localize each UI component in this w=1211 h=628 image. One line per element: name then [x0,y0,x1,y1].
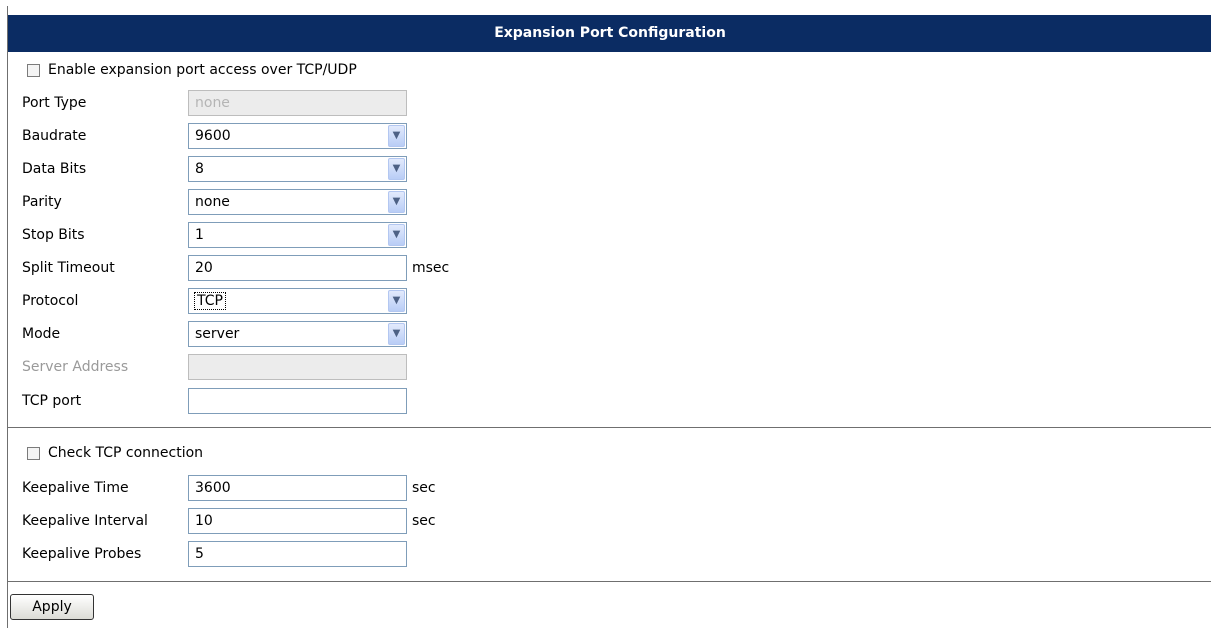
split-timeout-unit: msec [412,260,450,276]
keepalive-interval-value: 10 [195,513,213,529]
baudrate-select[interactable]: 9600 ▼ [188,123,407,149]
stop-bits-select[interactable]: 1 ▼ [188,222,407,248]
check-tcp-label: Check TCP connection [48,445,204,461]
port-type-select: none [188,90,407,116]
check-tcp-row[interactable]: Check TCP connection [27,443,203,463]
baudrate-value: 9600 [195,128,231,144]
section-divider [8,581,1211,582]
server-address-input [188,354,407,380]
tcp-port-input[interactable] [188,388,407,414]
chevron-down-icon[interactable]: ▼ [388,158,405,180]
parity-label: Parity [22,194,62,210]
enable-expansion-port-label: Enable expansion port access over TCP/UD… [48,62,357,78]
keepalive-probes-label: Keepalive Probes [22,546,142,562]
port-type-value: none [195,95,230,111]
page-title: Expansion Port Configuration [8,15,1211,52]
keepalive-interval-unit: sec [412,513,436,529]
chevron-down-icon[interactable]: ▼ [388,125,405,147]
apply-button[interactable]: Apply [10,594,94,620]
server-address-label: Server Address [22,359,129,375]
chevron-down-icon[interactable]: ▼ [388,290,405,312]
tcp-port-label: TCP port [22,393,82,409]
parity-select[interactable]: none ▼ [188,189,407,215]
port-type-label: Port Type [22,95,87,111]
section-divider [8,427,1211,428]
split-timeout-value: 20 [195,260,213,276]
protocol-select[interactable]: TCP ▼ [188,288,407,314]
keepalive-probes-value: 5 [195,546,204,562]
chevron-down-icon[interactable]: ▼ [388,323,405,345]
keepalive-interval-input[interactable]: 10 [188,508,407,534]
enable-expansion-port-checkbox[interactable] [27,63,40,77]
keepalive-time-input[interactable]: 3600 [188,475,407,501]
protocol-value: TCP [194,292,226,310]
keepalive-time-value: 3600 [195,480,231,496]
parity-value: none [195,194,230,210]
split-timeout-label: Split Timeout [22,260,115,276]
check-tcp-checkbox[interactable] [27,446,40,460]
baudrate-label: Baudrate [22,128,87,144]
split-timeout-input[interactable]: 20 [188,255,407,281]
config-panel: Expansion Port Configuration Enable expa… [7,6,1211,628]
data-bits-value: 8 [195,161,204,177]
enable-expansion-port-row[interactable]: Enable expansion port access over TCP/UD… [27,60,357,80]
data-bits-label: Data Bits [22,161,87,177]
mode-value: server [195,326,240,342]
keepalive-probes-input[interactable]: 5 [188,541,407,567]
stop-bits-value: 1 [195,227,204,243]
mode-select[interactable]: server ▼ [188,321,407,347]
chevron-down-icon[interactable]: ▼ [388,224,405,246]
protocol-label: Protocol [22,293,79,309]
chevron-down-icon[interactable]: ▼ [388,191,405,213]
stop-bits-label: Stop Bits [22,227,85,243]
keepalive-time-unit: sec [412,480,436,496]
data-bits-select[interactable]: 8 ▼ [188,156,407,182]
keepalive-time-label: Keepalive Time [22,480,129,496]
mode-label: Mode [22,326,61,342]
keepalive-interval-label: Keepalive Interval [22,513,148,529]
